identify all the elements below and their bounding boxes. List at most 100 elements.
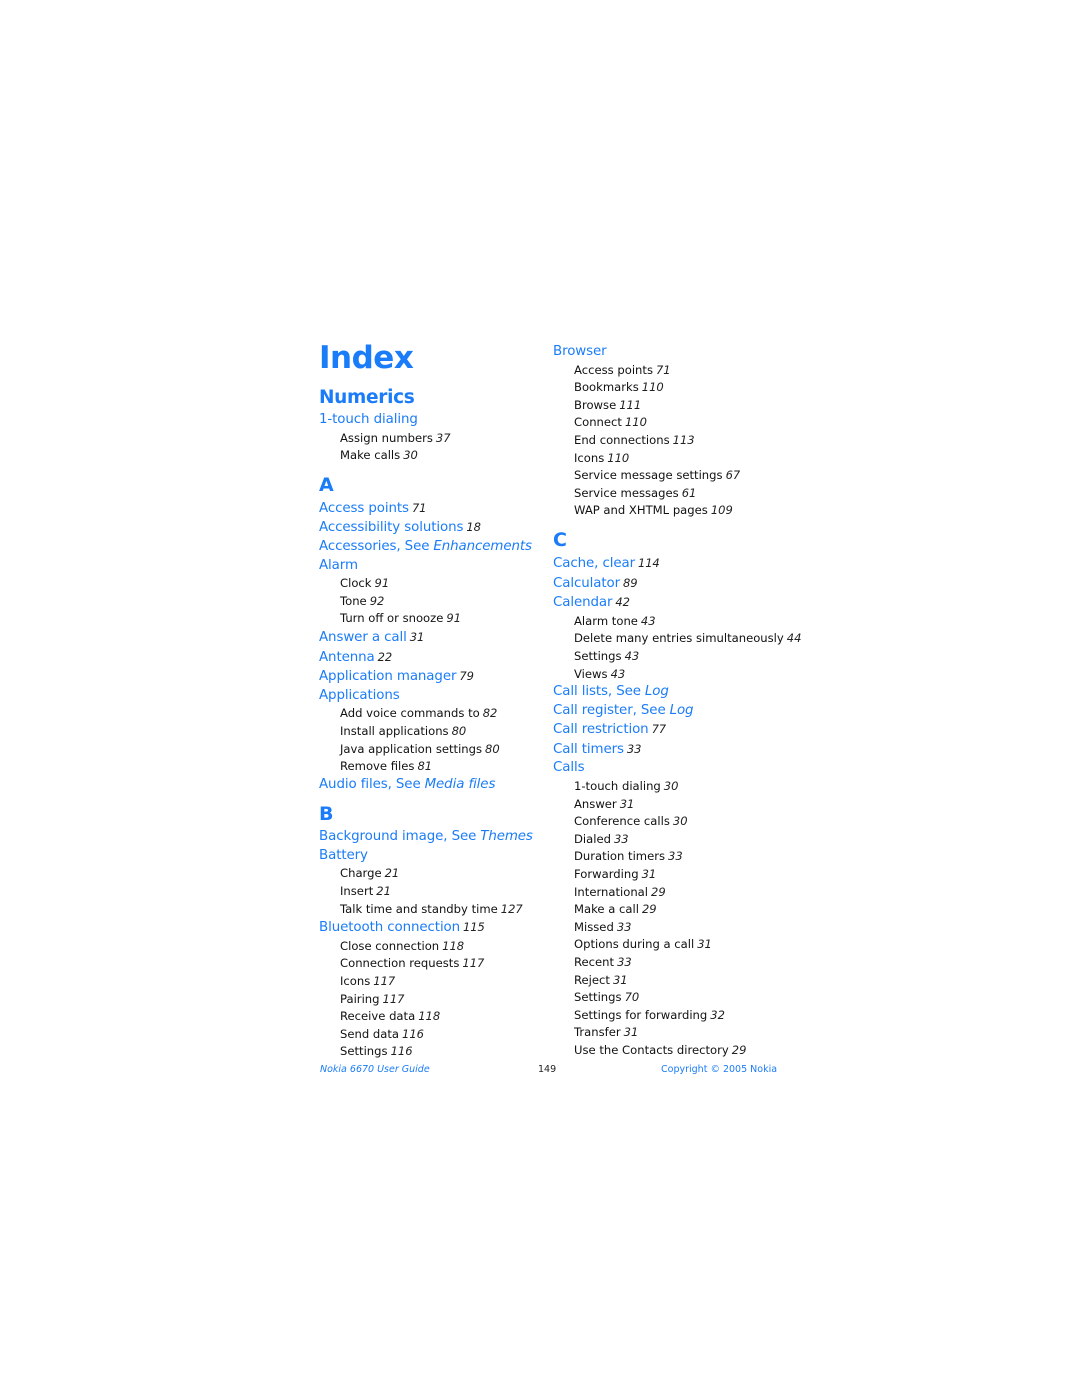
page-reference[interactable]: 43	[641, 614, 656, 628]
index-subentry[interactable]: Delete many entries simultaneously 44	[553, 630, 801, 648]
index-subentry[interactable]: Access points 71	[553, 362, 793, 380]
page-reference[interactable]: 21	[385, 866, 400, 880]
index-subentry[interactable]: Receive data 118	[319, 1008, 544, 1026]
index-subentry[interactable]: Install applications 80	[319, 723, 544, 741]
index-subentry[interactable]: Settings for forwarding 32	[553, 1007, 793, 1025]
index-entry[interactable]: Call lists, See Log	[553, 683, 793, 702]
page-reference[interactable]: 21	[376, 884, 391, 898]
index-subentry[interactable]: Tone 92	[319, 593, 544, 611]
page-reference[interactable]: 37	[436, 431, 451, 445]
index-subentry[interactable]: Insert 21	[319, 883, 544, 901]
see-reference[interactable]: Enhancements	[433, 539, 532, 554]
index-entry[interactable]: Calendar 42	[553, 593, 793, 613]
page-reference[interactable]: 29	[642, 902, 657, 916]
page-reference[interactable]: 91	[446, 611, 461, 625]
page-reference[interactable]: 31	[697, 937, 712, 951]
index-subentry[interactable]: Talk time and standby time 127	[319, 901, 544, 919]
index-subentry[interactable]: International 29	[553, 884, 793, 902]
index-entry[interactable]: Antenna 22	[319, 648, 544, 668]
index-entry[interactable]: 1-touch dialing	[319, 411, 544, 430]
index-subentry[interactable]: Conference calls 30	[553, 813, 793, 831]
page-reference[interactable]: 117	[462, 956, 484, 970]
index-subentry[interactable]: Transfer 31	[553, 1024, 793, 1042]
index-subentry[interactable]: Answer 31	[553, 796, 793, 814]
page-reference[interactable]: 71	[412, 501, 427, 515]
index-subentry[interactable]: Java application settings 80	[319, 741, 544, 759]
index-entry[interactable]: Call timers 33	[553, 740, 793, 760]
page-reference[interactable]: 80	[452, 724, 467, 738]
index-subentry[interactable]: Charge 21	[319, 865, 544, 883]
index-subentry[interactable]: Missed 33	[553, 919, 793, 937]
page-reference[interactable]: 81	[417, 759, 432, 773]
index-entry[interactable]: Application manager 79	[319, 667, 544, 687]
page-reference[interactable]: 33	[668, 849, 683, 863]
page-reference[interactable]: 127	[501, 902, 523, 916]
page-reference[interactable]: 42	[615, 595, 630, 609]
page-reference[interactable]: 30	[673, 814, 688, 828]
index-subentry[interactable]: Service messages 61	[553, 485, 793, 503]
index-subentry[interactable]: Settings 43	[553, 648, 793, 666]
page-reference[interactable]: 43	[611, 667, 626, 681]
index-subentry[interactable]: Clock 91	[319, 575, 544, 593]
index-subentry[interactable]: Send data 116	[319, 1026, 544, 1044]
page-reference[interactable]: 92	[370, 594, 385, 608]
page-reference[interactable]: 114	[638, 556, 660, 570]
page-reference[interactable]: 32	[710, 1008, 725, 1022]
page-reference[interactable]: 31	[410, 630, 425, 644]
page-reference[interactable]: 22	[378, 650, 393, 664]
page-reference[interactable]: 80	[485, 742, 500, 756]
page-reference[interactable]: 79	[459, 669, 474, 683]
index-entry[interactable]: Answer a call 31	[319, 628, 544, 648]
page-reference[interactable]: 43	[625, 649, 640, 663]
index-subentry[interactable]: Options during a call 31	[553, 936, 793, 954]
page-reference[interactable]: 61	[682, 486, 697, 500]
page-reference[interactable]: 31	[624, 1025, 639, 1039]
page-reference[interactable]: 70	[625, 990, 640, 1004]
page-reference[interactable]: 18	[466, 520, 481, 534]
index-subentry[interactable]: Assign numbers 37	[319, 430, 544, 448]
index-entry[interactable]: Audio files, See Media files	[319, 776, 544, 795]
index-entry[interactable]: Alarm	[319, 557, 544, 576]
page-reference[interactable]: 31	[642, 867, 657, 881]
page-reference[interactable]: 33	[614, 832, 629, 846]
index-subentry[interactable]: Add voice commands to 82	[319, 705, 544, 723]
page-reference[interactable]: 67	[726, 468, 741, 482]
index-subentry[interactable]: End connections 113	[553, 432, 793, 450]
page-reference[interactable]: 29	[732, 1043, 747, 1057]
page-reference[interactable]: 77	[652, 722, 667, 736]
page-reference[interactable]: 33	[627, 742, 642, 756]
index-entry[interactable]: Accessibility solutions 18	[319, 518, 544, 538]
page-reference[interactable]: 115	[463, 920, 485, 934]
index-subentry[interactable]: Settings 70	[553, 989, 793, 1007]
page-reference[interactable]: 91	[375, 576, 390, 590]
index-entry[interactable]: Call register, See Log	[553, 702, 793, 721]
see-reference[interactable]: Media files	[425, 777, 496, 792]
index-subentry[interactable]: 1-touch dialing 30	[553, 778, 793, 796]
index-subentry[interactable]: Service message settings 67	[553, 467, 793, 485]
index-subentry[interactable]: Pairing 117	[319, 991, 544, 1009]
index-entry[interactable]: Applications	[319, 687, 544, 706]
see-reference[interactable]: Log	[670, 703, 694, 718]
page-reference[interactable]: 110	[607, 451, 629, 465]
index-subentry[interactable]: Connect 110	[553, 414, 793, 432]
page-reference[interactable]: 110	[642, 380, 664, 394]
index-entry[interactable]: Background image, See Themes	[319, 828, 544, 847]
page-reference[interactable]: 117	[383, 992, 405, 1006]
index-entry[interactable]: Calls	[553, 759, 793, 778]
page-reference[interactable]: 82	[483, 706, 498, 720]
page-reference[interactable]: 31	[620, 797, 635, 811]
page-reference[interactable]: 29	[651, 885, 666, 899]
index-entry[interactable]: Cache, clear 114	[553, 554, 793, 574]
page-reference[interactable]: 30	[664, 779, 679, 793]
index-entry[interactable]: Access points 71	[319, 499, 544, 519]
index-subentry[interactable]: Recent 33	[553, 954, 793, 972]
index-subentry[interactable]: Icons 117	[319, 973, 544, 991]
index-subentry[interactable]: Turn off or snooze 91	[319, 610, 544, 628]
index-subentry[interactable]: Icons 110	[553, 450, 793, 468]
page-reference[interactable]: 116	[391, 1044, 413, 1058]
index-subentry[interactable]: Reject 31	[553, 972, 793, 990]
page-reference[interactable]: 116	[402, 1027, 424, 1041]
page-reference[interactable]: 109	[711, 503, 733, 517]
index-subentry[interactable]: Views 43	[553, 666, 793, 684]
index-subentry[interactable]: WAP and XHTML pages 109	[553, 502, 793, 520]
